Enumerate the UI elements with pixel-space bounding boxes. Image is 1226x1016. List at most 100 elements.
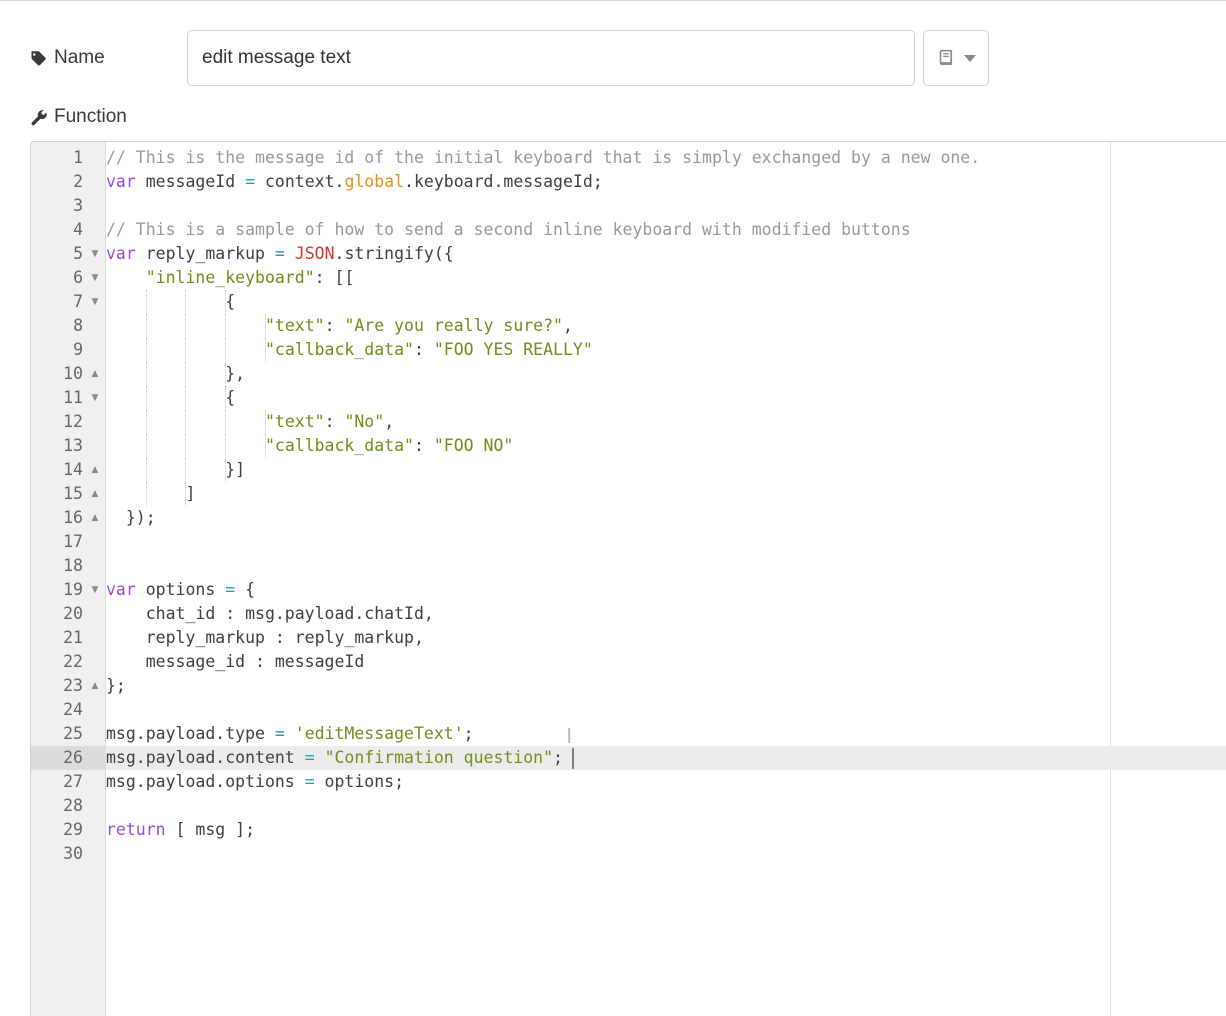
code-line[interactable]: 25msg.payload.type = 'editMessageText'; bbox=[31, 722, 1226, 746]
code-line-text: reply_markup : reply_markup, bbox=[106, 626, 424, 650]
code-token: "text" bbox=[265, 412, 325, 431]
line-number: 20 bbox=[31, 602, 83, 626]
code-token: , bbox=[384, 412, 394, 431]
code-token: }] bbox=[106, 460, 245, 479]
line-number: 11 bbox=[31, 386, 83, 410]
line-number: 14 bbox=[31, 458, 83, 482]
code-token: }; bbox=[106, 676, 126, 695]
code-line[interactable]: 21 reply_markup : reply_markup, bbox=[31, 626, 1226, 650]
code-line[interactable]: 8 "text": "Are you really sure?", bbox=[31, 314, 1226, 338]
fold-open-icon[interactable]: ▼ bbox=[89, 386, 101, 410]
fold-open-icon[interactable]: ▼ bbox=[89, 266, 101, 290]
name-label: Name bbox=[29, 47, 105, 69]
fold-close-icon[interactable]: ▲ bbox=[89, 362, 101, 386]
code-token bbox=[106, 436, 265, 455]
code-token: .stringify({ bbox=[335, 244, 454, 263]
code-line[interactable]: 24 bbox=[31, 698, 1226, 722]
code-line[interactable]: 1// This is the message id of the initia… bbox=[31, 146, 1226, 170]
code-line[interactable]: 26msg.payload.content = "Confirmation qu… bbox=[31, 746, 1226, 770]
code-line[interactable]: 6▼ "inline_keyboard": [[ bbox=[31, 266, 1226, 290]
line-number: 30 bbox=[31, 842, 83, 866]
editor-lines[interactable]: 1// This is the message id of the initia… bbox=[31, 146, 1226, 866]
code-token bbox=[106, 268, 146, 287]
code-editor[interactable]: 1// This is the message id of the initia… bbox=[30, 141, 1226, 1016]
code-token: "FOO YES REALLY" bbox=[434, 340, 593, 359]
code-token: : bbox=[325, 316, 345, 335]
fold-close-icon[interactable]: ▲ bbox=[89, 674, 101, 698]
line-number: 21 bbox=[31, 626, 83, 650]
code-line[interactable]: 27msg.payload.options = options; bbox=[31, 770, 1226, 794]
name-row: Name bbox=[0, 30, 1226, 88]
code-line[interactable]: 19▼var options = { bbox=[31, 578, 1226, 602]
code-token: ; bbox=[553, 748, 563, 767]
line-number: 29 bbox=[31, 818, 83, 842]
code-token: { bbox=[235, 580, 255, 599]
line-number: 13 bbox=[31, 434, 83, 458]
code-line-text: return [ msg ]; bbox=[106, 818, 255, 842]
code-token: options bbox=[136, 580, 225, 599]
code-line-text: message_id : messageId bbox=[106, 650, 364, 674]
library-dropdown-button[interactable] bbox=[923, 30, 989, 86]
code-line[interactable]: 16▲ }); bbox=[31, 506, 1226, 530]
code-token: msg.payload.options bbox=[106, 772, 305, 791]
code-line[interactable]: 20 chat_id : msg.payload.chatId, bbox=[31, 602, 1226, 626]
line-number: 24 bbox=[31, 698, 83, 722]
code-line[interactable]: 18 bbox=[31, 554, 1226, 578]
code-line[interactable]: 23▲}; bbox=[31, 674, 1226, 698]
code-line[interactable]: 11▼ { bbox=[31, 386, 1226, 410]
code-line-text: { bbox=[106, 386, 235, 410]
fold-open-icon[interactable]: ▼ bbox=[89, 290, 101, 314]
fold-close-icon[interactable]: ▲ bbox=[89, 482, 101, 506]
line-number: 3 bbox=[31, 194, 83, 218]
code-line[interactable]: 4// This is a sample of how to send a se… bbox=[31, 218, 1226, 242]
code-line-text: "text": "Are you really sure?", bbox=[106, 314, 573, 338]
fold-close-icon[interactable]: ▲ bbox=[89, 506, 101, 530]
code-token: var bbox=[106, 244, 136, 263]
code-token: [ msg ]; bbox=[166, 820, 255, 839]
line-number: 12 bbox=[31, 410, 83, 434]
code-line[interactable]: 14▲ }] bbox=[31, 458, 1226, 482]
code-token: { bbox=[106, 388, 235, 407]
code-line[interactable]: 15▲ ] bbox=[31, 482, 1226, 506]
code-token: }); bbox=[106, 508, 156, 527]
function-label-text: Function bbox=[54, 106, 127, 128]
code-line[interactable]: 29 return [ msg ]; bbox=[31, 818, 1226, 842]
line-number: 7 bbox=[31, 290, 83, 314]
fold-open-icon[interactable]: ▼ bbox=[89, 578, 101, 602]
code-token: JSON bbox=[295, 244, 335, 263]
line-number: 19 bbox=[31, 578, 83, 602]
code-line[interactable]: 9 "callback_data": "FOO YES REALLY" bbox=[31, 338, 1226, 362]
name-input[interactable] bbox=[187, 30, 915, 86]
code-line-text: { bbox=[106, 290, 235, 314]
line-number: 10 bbox=[31, 362, 83, 386]
code-line[interactable]: 12 "text": "No", bbox=[31, 410, 1226, 434]
code-token: "callback_data" bbox=[265, 340, 414, 359]
code-line[interactable]: 10▲ }, bbox=[31, 362, 1226, 386]
code-line[interactable]: 5▼var reply_markup = JSON.stringify({ bbox=[31, 242, 1226, 266]
code-token: // This is a sample of how to send a sec… bbox=[106, 220, 911, 239]
line-number: 15 bbox=[31, 482, 83, 506]
code-line[interactable]: 22 message_id : messageId bbox=[31, 650, 1226, 674]
line-number: 9 bbox=[31, 338, 83, 362]
line-number: 28 bbox=[31, 794, 83, 818]
code-token: = bbox=[245, 172, 255, 191]
code-token bbox=[285, 244, 295, 263]
code-token: ] bbox=[106, 484, 195, 503]
code-line[interactable]: 13 "callback_data": "FOO NO" bbox=[31, 434, 1226, 458]
code-line-text: }, bbox=[106, 362, 245, 386]
code-token: msg.payload.type bbox=[106, 724, 275, 743]
code-line[interactable]: 30 bbox=[31, 842, 1226, 866]
code-token: , bbox=[563, 316, 573, 335]
code-line[interactable]: 2var messageId = context.global.keyboard… bbox=[31, 170, 1226, 194]
code-line[interactable]: 17 bbox=[31, 530, 1226, 554]
code-line-text: var options = { bbox=[106, 578, 255, 602]
line-number: 23 bbox=[31, 674, 83, 698]
code-line[interactable]: 7▼ { bbox=[31, 290, 1226, 314]
code-token: : bbox=[414, 436, 434, 455]
fold-close-icon[interactable]: ▲ bbox=[89, 458, 101, 482]
code-line[interactable]: 28 bbox=[31, 794, 1226, 818]
fold-open-icon[interactable]: ▼ bbox=[89, 242, 101, 266]
code-token: // This is the message id of the initial… bbox=[106, 148, 980, 167]
code-line[interactable]: 3 bbox=[31, 194, 1226, 218]
book-icon bbox=[936, 47, 958, 69]
